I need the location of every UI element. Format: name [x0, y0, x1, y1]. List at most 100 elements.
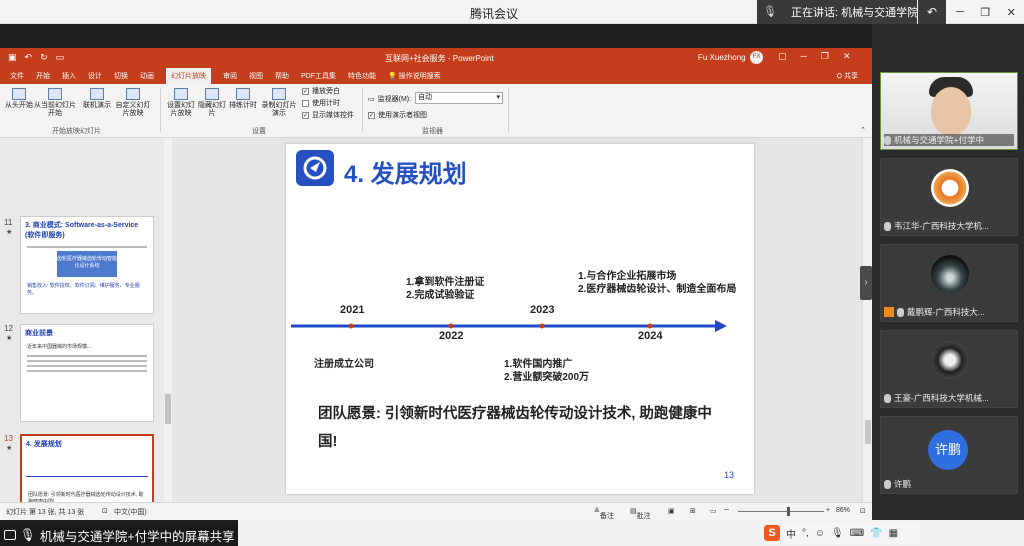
reading-view-icon[interactable]: ▭	[710, 507, 717, 515]
zoom-in-icon[interactable]: +	[826, 507, 830, 514]
custom-show-icon	[126, 88, 140, 100]
tab-home[interactable]: 开始	[36, 71, 50, 81]
share-label-text: 机械与交通学院+付学中的屏幕共享	[39, 529, 235, 544]
meeting-titlebar: 腾讯会议 🎙 正在讲话: 机械与交通学院… ↶ ─ ❐ ✕	[0, 0, 1024, 24]
collapse-ribbon-icon[interactable]: ⌃	[860, 126, 866, 134]
setup-show-button[interactable]: 设置幻灯片放映	[164, 88, 198, 118]
tab-transitions[interactable]: 切换	[114, 71, 128, 81]
punctuation-icon[interactable]: °,	[802, 528, 809, 539]
ribbon-options-icon[interactable]: ▢	[778, 51, 787, 62]
tab-features[interactable]: 特色功能	[348, 71, 376, 81]
share-button[interactable]: ⛭ 共享	[836, 71, 858, 81]
accessibility-icon[interactable]: ⊡	[102, 507, 108, 515]
tab-help[interactable]: 帮助	[275, 71, 289, 81]
zoom-level[interactable]: 86%	[836, 507, 850, 514]
language-label[interactable]: 中文(中国)	[114, 507, 147, 517]
fit-to-window-icon[interactable]: ⊡	[860, 507, 866, 515]
close-icon[interactable]: ✕	[1007, 6, 1016, 19]
normal-view-icon[interactable]: ▣	[668, 507, 675, 515]
screen-share-icon	[4, 530, 16, 540]
tab-pdf-tools[interactable]: PDF工具集	[301, 71, 336, 81]
scroll-thumb[interactable]	[165, 394, 171, 424]
slideshow-icon[interactable]: ▭	[56, 52, 65, 63]
current-slide[interactable]: 4. 发展规划 2021 2022 2023 2024 1.拿到软件注册证 2.…	[286, 144, 754, 494]
slide-sorter-icon[interactable]: ⊞	[690, 507, 696, 515]
emoji-icon[interactable]: ☺	[815, 528, 825, 539]
speaking-indicator[interactable]: 🎙 正在讲话: 机械与交通学院…	[757, 0, 917, 24]
minimize-icon[interactable]: ─	[956, 6, 964, 18]
logo-icon	[296, 150, 334, 186]
rehearse-button[interactable]: 排练计时	[228, 88, 258, 110]
online-present-button[interactable]: 联机演示	[80, 88, 114, 110]
thumb-text-line	[27, 355, 147, 357]
maximize-icon[interactable]: ❐	[980, 6, 990, 19]
scroll-thumb[interactable]	[865, 420, 871, 444]
slide-scrollbar[interactable]	[862, 138, 872, 502]
milestone-line: 1.拿到软件注册证	[406, 277, 485, 288]
tab-slideshow[interactable]: 幻灯片放映	[166, 68, 211, 84]
tab-review[interactable]: 审阅	[223, 71, 237, 81]
minimize-icon[interactable]: ─	[801, 51, 807, 62]
year-label: 2023	[530, 304, 555, 316]
presenter-view-checkbox[interactable]: ✓ 使用演示者视图	[368, 110, 427, 120]
user-avatar[interactable]: FX	[750, 51, 763, 64]
custom-show-button[interactable]: 自定义幻灯片放映	[114, 88, 152, 118]
save-icon[interactable]: ▣	[8, 52, 17, 63]
timeline-marker	[448, 323, 454, 329]
ppt-titlebar: ▣ ↶ ↻ ▭ 互联网+社会服务 - PowerPoint Fu Xuezhon…	[0, 48, 872, 68]
close-icon[interactable]: ✕	[843, 51, 851, 62]
restore-icon[interactable]: ❐	[821, 51, 829, 62]
menu-icon[interactable]: ▦	[889, 528, 898, 539]
custom-show-label: 自定义幻灯片放映	[115, 102, 151, 117]
from-start-button[interactable]: 从头开始	[4, 88, 34, 110]
tab-file[interactable]: 文件	[10, 71, 24, 81]
collapse-panel-icon[interactable]: ›	[860, 266, 872, 300]
zoom-slider[interactable]	[738, 511, 824, 512]
record-button[interactable]: 录制幻灯片演示	[260, 88, 298, 118]
comments-button[interactable]: ▤ 批注	[630, 507, 651, 520]
thumbnail-scrollbar[interactable]	[164, 138, 172, 502]
share-frame-top	[0, 24, 872, 48]
checkbox-checked-icon: ✓	[368, 111, 375, 119]
participant-tile[interactable]: 戴鹏辉-广西科技大...	[880, 244, 1018, 322]
participant-tile[interactable]: 王豪-广西科技大学机械...	[880, 330, 1018, 408]
milestone-2023-text: 1.软件国内推广 2.营业额突破200万	[504, 358, 589, 384]
participant-tile[interactable]: 韦江华-广西科技大学机...	[880, 158, 1018, 236]
redo-icon[interactable]: ↻	[40, 52, 48, 63]
tab-insert[interactable]: 插入	[62, 71, 76, 81]
use-timings-checkbox[interactable]: 使用计时	[302, 98, 340, 108]
zoom-slider-thumb[interactable]	[787, 507, 790, 516]
avatar	[931, 169, 969, 207]
keyboard-icon[interactable]: ⌨	[850, 528, 864, 539]
participant-tile[interactable]: 机械与交通学院+付学中	[880, 72, 1018, 150]
tab-animations[interactable]: 动画	[140, 71, 154, 81]
zoom-out-icon[interactable]: ─	[724, 507, 729, 514]
ime-language[interactable]: 中	[786, 526, 796, 541]
skin-icon[interactable]: 👕	[870, 528, 882, 539]
participant-tile[interactable]: 许鹏 许鹏	[880, 416, 1018, 494]
undo-icon[interactable]: ↶	[918, 0, 946, 24]
voice-icon[interactable]: 🎙	[831, 528, 844, 539]
ime-toolbar[interactable]: S 中 °, ☺ 🎙 ⌨ 👕 ▦	[760, 522, 920, 544]
milestone-line: 2.完成试验验证	[406, 290, 475, 301]
ppt-window-controls: ▢ ─ ❐ ✕	[778, 51, 851, 62]
undo-icon[interactable]: ↶	[25, 52, 33, 63]
online-present-icon	[90, 88, 104, 100]
tab-design[interactable]: 设计	[88, 71, 102, 81]
from-current-button[interactable]: 从当前幻灯片开始	[34, 88, 76, 118]
record-icon	[272, 88, 286, 100]
user-name[interactable]: Fu Xuezhong	[698, 53, 746, 62]
thumb-text-line	[27, 246, 147, 248]
show-media-checkbox[interactable]: ✓ 显示媒体控件	[302, 110, 354, 120]
thumb-image: 齿轮医疗器械齿轮传动智能化设计系统	[57, 251, 117, 277]
notes-button[interactable]: ≙ 备注	[594, 507, 614, 520]
monitor-select[interactable]: 自动 ▾	[415, 92, 503, 104]
tell-me-search[interactable]: 💡 操作说明搜索	[388, 71, 441, 81]
online-present-label: 联机演示	[83, 102, 111, 109]
tab-view[interactable]: 视图	[249, 71, 263, 81]
slide-thumbnail-selected[interactable]: 4. 发展规划 团队愿景: 引领新时代医疗器械齿轮传动设计技术, 助跑健康中国!	[20, 434, 154, 502]
slide-thumbnail[interactable]: 3. 商业模式: Software-as-a-Service (软件即服务) 齿…	[20, 216, 154, 314]
hide-slide-button[interactable]: 隐藏幻灯片	[198, 88, 226, 118]
slide-thumbnail[interactable]: 商业前景 近年来中国器械的市场规模...	[20, 324, 154, 422]
play-narration-checkbox[interactable]: ✓ 播放旁白	[302, 86, 340, 96]
